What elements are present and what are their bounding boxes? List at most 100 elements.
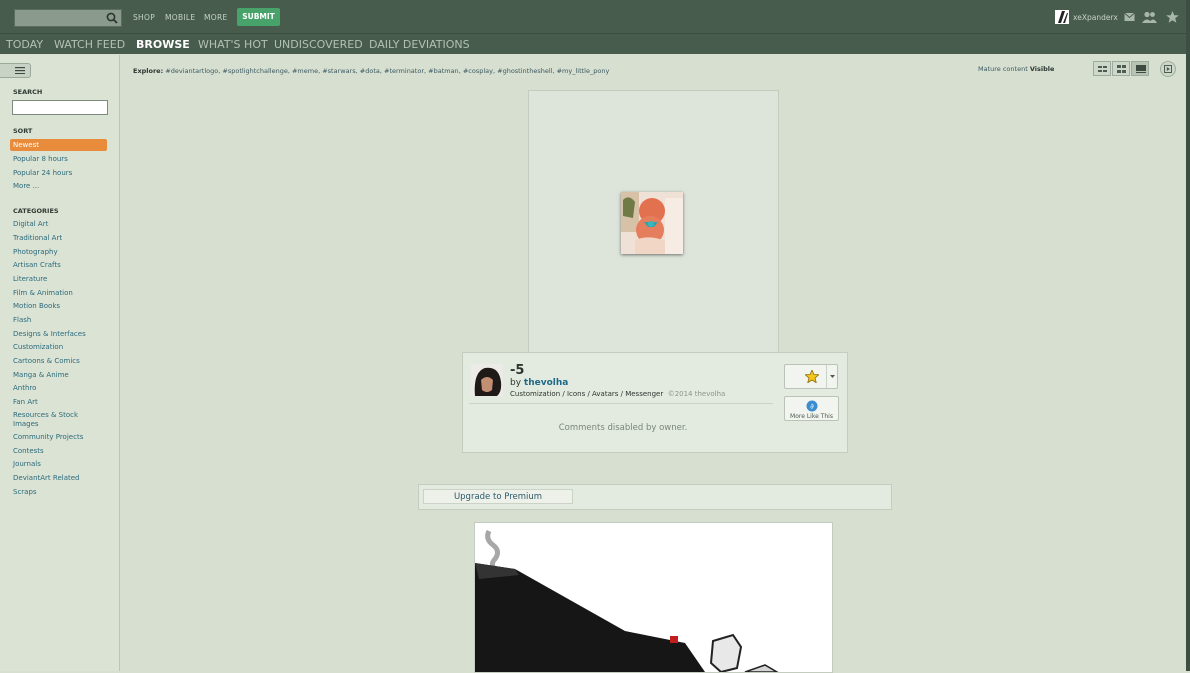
sort-heading: SORT	[13, 127, 33, 135]
add-to-favourites-button[interactable]	[784, 364, 838, 389]
tab-daily-deviations[interactable]: DAILY DEVIATIONS	[369, 38, 470, 51]
more-like-this-icon: ∂	[806, 400, 818, 412]
more-link[interactable]: MORE	[204, 13, 228, 22]
view-list-button[interactable]	[1093, 61, 1111, 76]
sidebar-toggle-button[interactable]	[0, 63, 31, 78]
sort-newest[interactable]: Newest	[13, 141, 39, 149]
deviation-thumbnail[interactable]	[621, 192, 683, 254]
category-breadcrumb: Customization / Icons / Avatars / Messen…	[510, 390, 725, 398]
mobile-link[interactable]: MOBILE	[165, 13, 195, 22]
category-item[interactable]: Journals	[13, 460, 41, 468]
tab-browse[interactable]: BROWSE	[136, 38, 190, 51]
full-view-icon	[1136, 65, 1146, 73]
grid-view-icon	[1117, 65, 1126, 73]
view-full-button[interactable]	[1131, 61, 1149, 76]
fav-separator	[826, 365, 827, 388]
explore-tag[interactable]: #deviantartlogo	[165, 67, 218, 75]
shop-link[interactable]: SHOP	[133, 13, 155, 22]
play-icon	[1164, 65, 1172, 73]
sort-more[interactable]: More ...	[13, 182, 39, 190]
top-bar: SHOP MOBILE MORE SUBMIT xeXpanderx	[0, 0, 1190, 34]
explore-tag[interactable]: #cosplay	[463, 67, 493, 75]
explore-bar: Explore: #deviantartlogo, #spotlightchal…	[133, 67, 610, 75]
category-item[interactable]: Motion Books	[13, 302, 60, 310]
category-path[interactable]: Customization / Icons / Avatars / Messen…	[510, 390, 663, 398]
category-item[interactable]: Manga & Anime	[13, 371, 69, 379]
sort-popular-24h[interactable]: Popular 24 hours	[13, 169, 72, 177]
search-heading: SEARCH	[13, 88, 43, 96]
explore-tag[interactable]: #batman	[428, 67, 459, 75]
category-item[interactable]: Artisan Crafts	[13, 261, 61, 269]
mature-content-toggle[interactable]: Mature content Visible	[978, 65, 1054, 73]
chevron-down-icon[interactable]	[830, 375, 835, 378]
explore-tag[interactable]: #my_little_pony	[557, 67, 610, 75]
category-item[interactable]: Flash	[13, 316, 31, 324]
favourite-star-icon	[805, 370, 819, 383]
author-link[interactable]: thevolha	[524, 378, 568, 388]
mail-icon[interactable]	[1124, 12, 1135, 22]
mature-value[interactable]: Visible	[1030, 65, 1055, 73]
view-mode-buttons	[1093, 61, 1151, 76]
nav-bar: TODAY WATCH FEED BROWSE WHAT'S HOT UNDIS…	[0, 34, 1190, 54]
category-item[interactable]: Designs & Interfaces	[13, 330, 86, 338]
star-icon[interactable]	[1166, 11, 1179, 23]
category-item[interactable]: Fan Art	[13, 398, 38, 406]
premium-bar: Upgrade to Premium	[418, 484, 892, 510]
tab-today[interactable]: TODAY	[6, 38, 43, 51]
by-label: by	[510, 378, 522, 388]
deviation-info-panel: -5 by thevolha Customization / Icons / A…	[462, 352, 848, 453]
deviation-image	[621, 192, 683, 254]
menu-icon	[15, 67, 25, 74]
explore-label: Explore:	[133, 67, 164, 75]
category-item[interactable]: Literature	[13, 275, 47, 283]
more-like-this-button[interactable]: ∂ More Like This	[784, 396, 839, 421]
category-item[interactable]: Resources & Stock Images	[13, 411, 93, 428]
category-item[interactable]: DeviantArt Related	[13, 474, 79, 482]
user-avatar-icon[interactable]	[1055, 10, 1069, 24]
submit-button[interactable]: SUBMIT	[237, 8, 280, 26]
more-like-this-label: More Like This	[790, 413, 833, 420]
explore-tag[interactable]: #terminator	[384, 67, 424, 75]
deviation-title: -5	[510, 363, 525, 378]
byline: by thevolha	[510, 378, 568, 388]
view-grid-button[interactable]	[1112, 61, 1130, 76]
explore-tag[interactable]: #spotlightchallenge	[222, 67, 287, 75]
copyright-text: ©2014 thevolha	[667, 390, 726, 398]
tab-whats-hot[interactable]: WHAT'S HOT	[198, 38, 268, 51]
next-deviation-image[interactable]	[474, 522, 833, 673]
categories-heading: CATEGORIES	[13, 207, 59, 215]
category-item[interactable]: Customization	[13, 343, 63, 351]
search-input[interactable]	[14, 9, 122, 27]
category-item[interactable]: Photography	[13, 248, 58, 256]
slideshow-button[interactable]	[1160, 61, 1176, 77]
author-avatar-image	[471, 364, 503, 396]
explore-tag[interactable]: #starwars	[322, 67, 355, 75]
sort-popular-8h[interactable]: Popular 8 hours	[13, 155, 68, 163]
scrollbar[interactable]	[1186, 0, 1190, 671]
username[interactable]: xeXpanderx	[1073, 13, 1118, 22]
category-item[interactable]: Digital Art	[13, 220, 48, 228]
explore-tag[interactable]: #meme	[292, 67, 318, 75]
explore-tag[interactable]: #ghostintheshell	[497, 67, 552, 75]
comments-disabled-message: Comments disabled by owner.	[558, 423, 688, 433]
tab-watch-feed[interactable]: WATCH FEED	[54, 38, 125, 51]
list-view-icon	[1098, 66, 1107, 72]
sidebar-search-input[interactable]	[12, 100, 108, 115]
search-icon[interactable]	[106, 12, 118, 24]
svg-text:∂: ∂	[810, 403, 814, 411]
category-item[interactable]: Community Projects	[13, 433, 83, 441]
gun-artwork-image	[475, 523, 832, 672]
upgrade-premium-button[interactable]: Upgrade to Premium	[423, 489, 573, 504]
category-item[interactable]: Cartoons & Comics	[13, 357, 80, 365]
category-item[interactable]: Scraps	[13, 488, 37, 496]
sidebar: SEARCH SORT Newest Popular 8 hours Popul…	[0, 55, 120, 671]
author-avatar[interactable]	[471, 364, 503, 396]
divider	[469, 403, 773, 404]
friends-icon[interactable]	[1142, 11, 1157, 23]
tab-undiscovered[interactable]: UNDISCOVERED	[274, 38, 363, 51]
category-item[interactable]: Film & Animation	[13, 289, 73, 297]
category-item[interactable]: Anthro	[13, 384, 36, 392]
explore-tag[interactable]: #dota	[360, 67, 380, 75]
category-item[interactable]: Traditional Art	[13, 234, 62, 242]
category-item[interactable]: Contests	[13, 447, 44, 455]
